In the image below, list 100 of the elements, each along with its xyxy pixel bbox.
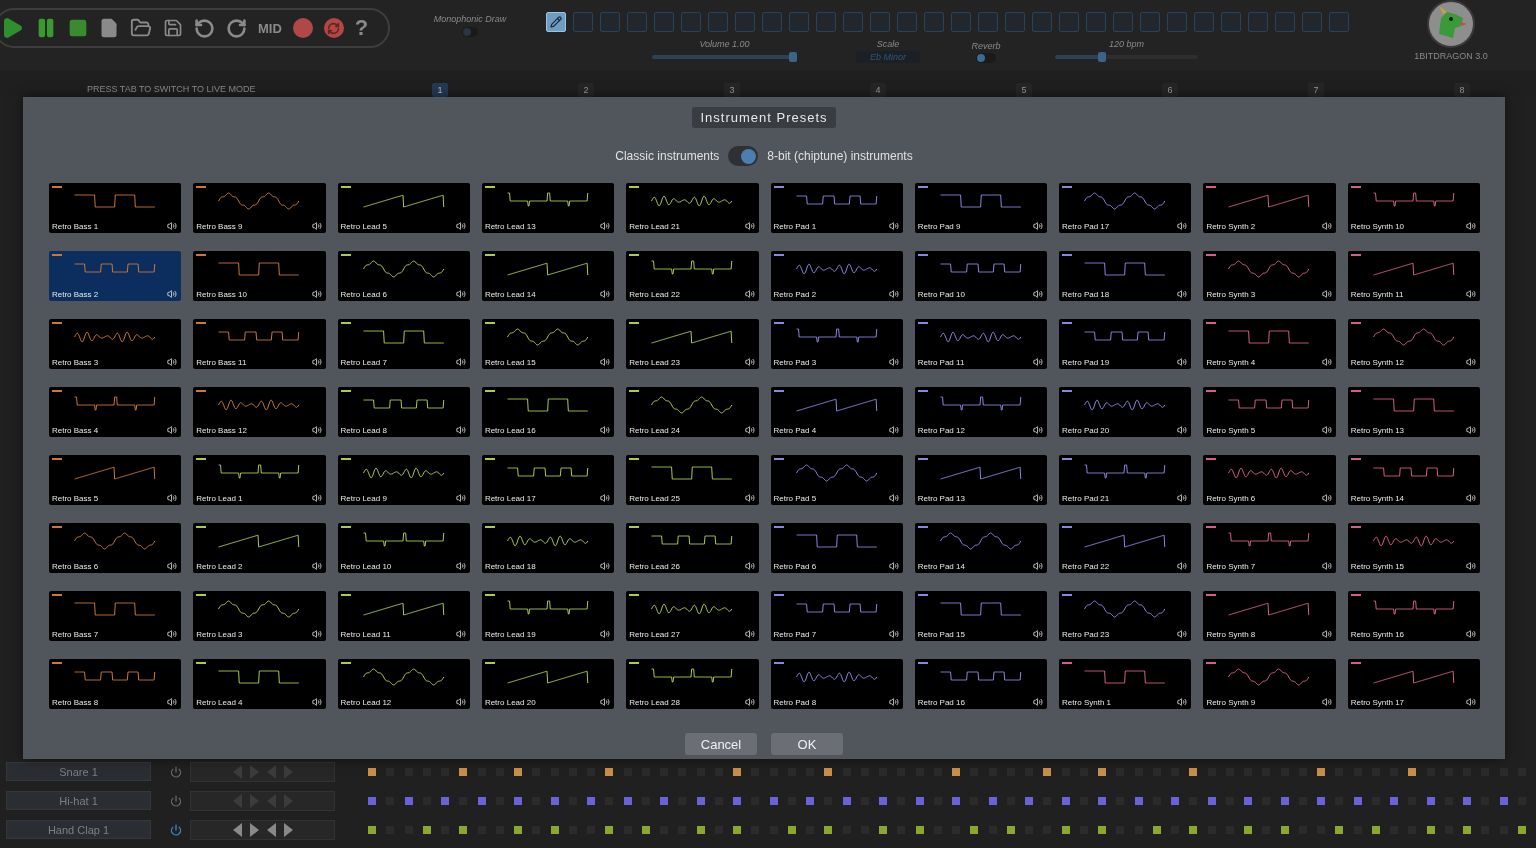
speaker-icon[interactable] xyxy=(455,289,466,299)
preset-tile[interactable]: Retro Bass 12 xyxy=(193,387,326,437)
speaker-icon[interactable] xyxy=(1177,425,1188,435)
track-name[interactable]: Hand Clap 1 xyxy=(6,820,151,839)
speaker-icon[interactable] xyxy=(744,697,755,707)
pattern-step[interactable] xyxy=(605,825,614,834)
preset-tile[interactable]: Retro Synth 1 xyxy=(1059,659,1192,709)
speaker-icon[interactable] xyxy=(1466,697,1476,707)
preset-tile[interactable]: Retro Lead 14 xyxy=(481,251,615,301)
preset-tile[interactable]: Retro Synth 6 xyxy=(1203,455,1336,505)
power-icon[interactable] xyxy=(170,794,182,807)
pattern-step[interactable] xyxy=(422,825,431,834)
preset-tile[interactable]: Retro Synth 15 xyxy=(1347,523,1480,573)
pattern-step[interactable] xyxy=(696,825,705,834)
pattern-step[interactable] xyxy=(988,796,997,805)
preset-tile[interactable]: Retro Pad 19 xyxy=(1059,319,1192,369)
preset-tile[interactable]: Retro Pad 4 xyxy=(770,387,903,437)
pattern-step[interactable] xyxy=(915,825,924,834)
bar-marker[interactable]: 2 xyxy=(578,83,594,97)
pattern-step[interactable] xyxy=(1280,796,1289,805)
pattern-step[interactable] xyxy=(1006,825,1015,834)
preset-tile[interactable]: Retro Pad 14 xyxy=(914,523,1048,573)
preset-tile[interactable]: Retro Bass 3 xyxy=(49,319,182,369)
pattern-step[interactable] xyxy=(514,825,522,834)
save-icon[interactable] xyxy=(163,18,183,38)
speaker-icon[interactable] xyxy=(455,493,466,503)
speaker-icon[interactable] xyxy=(600,629,611,639)
speaker-icon[interactable] xyxy=(1033,561,1044,571)
speaker-icon[interactable] xyxy=(888,289,899,299)
speaker-icon[interactable] xyxy=(600,221,611,231)
speaker-icon[interactable] xyxy=(744,629,755,639)
preset-tile[interactable]: Retro Synth 4 xyxy=(1203,319,1336,369)
speaker-icon[interactable] xyxy=(888,697,899,707)
record-icon[interactable] xyxy=(292,18,313,38)
step-button[interactable] xyxy=(546,12,566,32)
monophonic-toggle[interactable] xyxy=(462,27,478,37)
speaker-icon[interactable] xyxy=(167,493,178,503)
pattern-step[interactable] xyxy=(587,796,595,805)
pattern-step[interactable] xyxy=(824,767,833,776)
pattern-step[interactable] xyxy=(1171,796,1179,805)
pattern-step[interactable] xyxy=(733,796,741,805)
pattern-step[interactable] xyxy=(733,825,741,834)
preset-tile[interactable]: Retro Lead 10 xyxy=(337,523,470,573)
pattern-step[interactable] xyxy=(1098,767,1106,776)
sync-icon[interactable] xyxy=(323,18,344,38)
mode-switch[interactable] xyxy=(728,146,759,166)
speaker-icon[interactable] xyxy=(311,221,322,231)
new-file-icon[interactable] xyxy=(99,18,119,38)
pattern-step[interactable] xyxy=(952,796,960,805)
speaker-icon[interactable] xyxy=(455,697,466,707)
preset-tile[interactable]: Retro Pad 1 xyxy=(770,183,903,233)
preset-tile[interactable]: Retro Bass 2 xyxy=(49,251,182,301)
speaker-icon[interactable] xyxy=(1466,425,1476,435)
preset-tile[interactable]: Retro Lead 20 xyxy=(481,659,615,709)
pattern-step[interactable] xyxy=(1189,825,1198,834)
pattern-step[interactable] xyxy=(368,825,376,834)
bar-marker[interactable]: 8 xyxy=(1454,83,1470,97)
cancel-button[interactable]: Cancel xyxy=(685,733,757,755)
preset-tile[interactable]: Retro Lead 9 xyxy=(337,455,470,505)
preset-tile[interactable]: Retro Pad 10 xyxy=(914,251,1048,301)
pattern-step[interactable] xyxy=(1061,825,1070,834)
speaker-icon[interactable] xyxy=(1177,697,1188,707)
speaker-icon[interactable] xyxy=(600,697,611,707)
preset-tile[interactable]: Retro Pad 17 xyxy=(1059,183,1192,233)
preset-tile[interactable]: Retro Synth 7 xyxy=(1203,523,1336,573)
speaker-icon[interactable] xyxy=(1321,493,1332,503)
preset-tile[interactable]: Retro Lead 15 xyxy=(481,319,615,369)
bar-marker[interactable]: 4 xyxy=(870,83,886,97)
preset-tile[interactable]: Retro Lead 13 xyxy=(481,183,615,233)
speaker-icon[interactable] xyxy=(600,289,611,299)
preset-tile[interactable]: Retro Pad 8 xyxy=(770,659,903,709)
speaker-icon[interactable] xyxy=(311,561,322,571)
preset-tile[interactable]: Retro Lead 1 xyxy=(193,455,326,505)
pattern-step[interactable] xyxy=(842,796,851,805)
reverb-toggle[interactable] xyxy=(976,53,996,63)
preset-tile[interactable]: Retro Synth 9 xyxy=(1203,659,1336,709)
speaker-icon[interactable] xyxy=(1177,629,1188,639)
preset-tile[interactable]: Retro Lead 5 xyxy=(337,183,470,233)
right-arrow-icon[interactable] xyxy=(283,822,293,837)
speaker-icon[interactable] xyxy=(888,425,899,435)
pattern-step[interactable] xyxy=(550,796,559,805)
pattern-step[interactable] xyxy=(1426,796,1435,805)
preset-tile[interactable]: Retro Bass 4 xyxy=(49,387,182,437)
pattern-step[interactable] xyxy=(879,796,887,805)
pattern-step[interactable] xyxy=(1134,796,1143,805)
pattern-step[interactable] xyxy=(459,767,468,776)
pattern-step[interactable] xyxy=(952,767,960,776)
pattern-step[interactable] xyxy=(660,796,668,805)
speaker-icon[interactable] xyxy=(744,425,755,435)
pattern-step[interactable] xyxy=(459,825,468,834)
speaker-icon[interactable] xyxy=(1033,221,1044,231)
speaker-icon[interactable] xyxy=(888,561,899,571)
pattern-step[interactable] xyxy=(368,767,376,776)
speaker-icon[interactable] xyxy=(167,289,178,299)
pattern-step[interactable] xyxy=(1463,796,1471,805)
preset-tile[interactable]: Retro Synth 14 xyxy=(1347,455,1480,505)
pattern-step[interactable] xyxy=(806,796,814,805)
speaker-icon[interactable] xyxy=(1033,425,1044,435)
speaker-icon[interactable] xyxy=(167,697,178,707)
pattern-step[interactable] xyxy=(1317,767,1325,776)
